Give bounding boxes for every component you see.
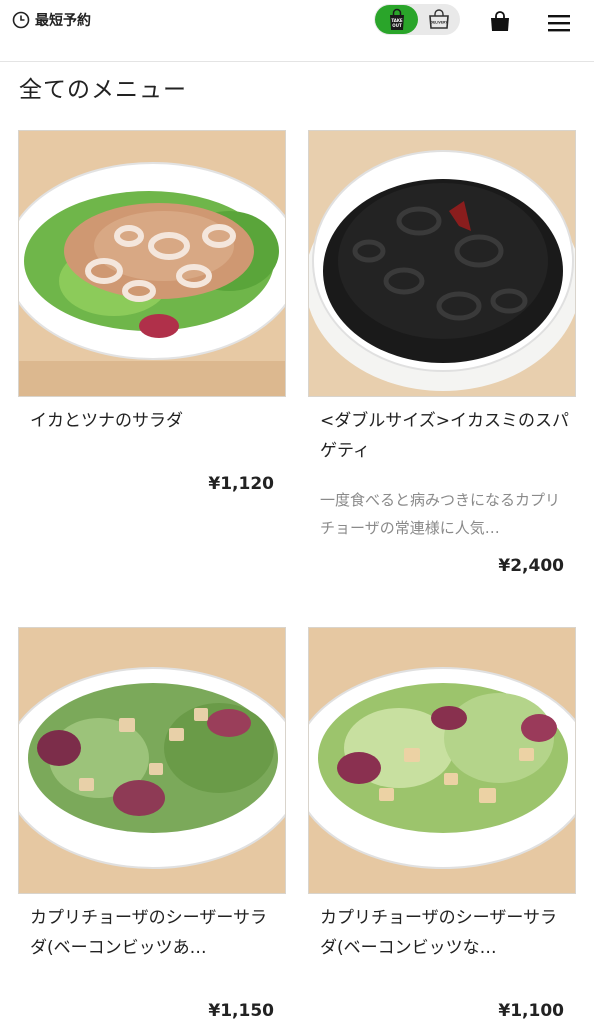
delivery-option[interactable]: DELIVERY [418,5,459,34]
menu-item-price: ¥2,400 [498,556,564,576]
menu-item-card[interactable]: カプリチョーザのシーザーサラダ(ベーコンビッツあ… ¥1,150 [18,627,286,1021]
caesar-salad-bacon-image [18,627,286,894]
menu-item-name: イカとツナのサラダ [30,411,183,431]
menu-item-name: <ダブルサイズ>イカスミのスパゲティ [320,411,569,461]
menu-item-name: カプリチョーザのシーザーサラダ(ベーコンビッツあ… [30,908,267,958]
earliest-reservation-link[interactable]: 最短予約 [12,10,91,30]
reserve-label: 最短予約 [35,13,91,29]
delivery-box-icon: DELIVERY [428,8,449,29]
menu-item-card[interactable]: <ダブルサイズ>イカスミのスパゲティ 一度食べると病みつきになるカプリチョーザの… [308,130,576,576]
hamburger-menu-icon[interactable] [548,13,570,33]
takeout-option[interactable]: TAKE OUT [375,5,418,34]
order-type-toggle[interactable]: TAKE OUT DELIVERY [374,4,460,35]
squid-tuna-salad-image [18,130,286,397]
takeout-bag-icon: TAKE OUT [389,8,404,30]
menu-item-price: ¥1,120 [208,474,274,494]
page-title: 全てのメニュー [19,77,187,103]
menu-item-price: ¥1,100 [498,1001,564,1021]
top-header: 最短予約 TAKE OUT DELIVERY [0,0,594,62]
clock-icon [12,11,30,29]
delivery-label: DELIVERY [430,20,448,24]
squid-ink-spaghetti-image [308,130,576,397]
menu-item-price: ¥1,150 [208,1001,274,1021]
menu-item-card[interactable]: イカとツナのサラダ ¥1,120 [18,130,286,494]
takeout-label-bottom: OUT [392,23,402,28]
shopping-bag-icon[interactable] [489,10,511,32]
menu-item-card[interactable]: カプリチョーザのシーザーサラダ(ベーコンビッツな… ¥1,100 [308,627,576,1021]
menu-item-name: カプリチョーザのシーザーサラダ(ベーコンビッツな… [320,908,557,958]
menu-item-description: 一度食べると病みつきになるカプリチョーザの常連様に人気… [320,491,561,537]
caesar-salad-no-bacon-image [308,627,576,894]
